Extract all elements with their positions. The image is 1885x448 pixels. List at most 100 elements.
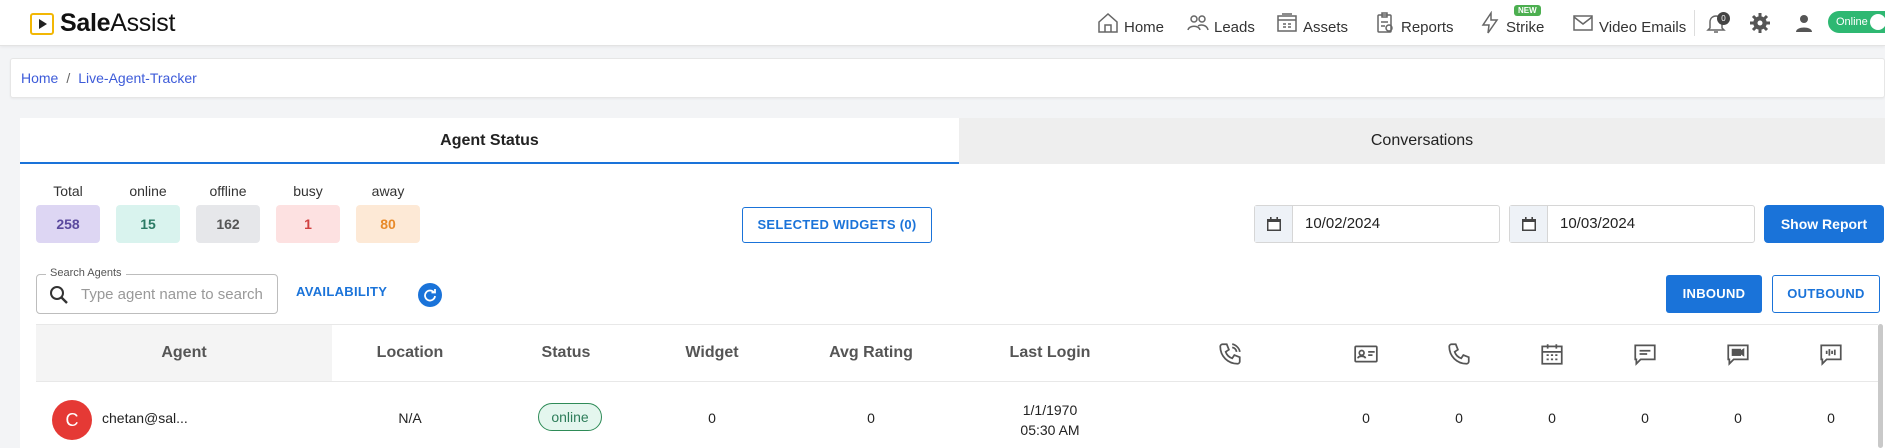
mail-icon bbox=[1573, 15, 1593, 31]
nav-video-emails-label: Video Emails bbox=[1599, 18, 1687, 36]
toggle-knob bbox=[1870, 14, 1885, 30]
cell-avg-rating: 0 bbox=[867, 410, 875, 426]
avatar: C bbox=[52, 400, 92, 440]
nav-divider bbox=[1694, 10, 1695, 36]
column-header-agent[interactable]: Agent bbox=[161, 325, 206, 381]
column-header-status[interactable]: Status bbox=[542, 325, 591, 381]
top-navbar: SaleAssist Home Leads Assets Reports Str… bbox=[0, 0, 1885, 46]
breadcrumb-home[interactable]: Home bbox=[21, 70, 58, 86]
refresh-icon bbox=[424, 289, 436, 302]
users-icon bbox=[1187, 15, 1209, 31]
inbound-button[interactable]: INBOUND bbox=[1666, 275, 1762, 313]
nav-strike-label: Strike bbox=[1506, 18, 1545, 36]
counter-label: offline bbox=[209, 183, 247, 199]
gear-icon bbox=[1750, 13, 1770, 33]
new-badge: NEW bbox=[1514, 5, 1541, 16]
cell-widget: 0 bbox=[708, 410, 716, 426]
cell-count: 0 bbox=[1548, 410, 1556, 426]
counter-value: 1 bbox=[276, 205, 340, 243]
nav-strike[interactable]: Strike NEW bbox=[1478, 0, 1544, 46]
column-header-last-login[interactable]: Last Login bbox=[1010, 325, 1091, 381]
availability-button[interactable]: AVAILABILITY bbox=[296, 284, 387, 299]
last-login-time: 05:30 AM bbox=[1020, 422, 1080, 438]
column-header-avg-rating[interactable]: Avg Rating bbox=[829, 325, 913, 381]
notifications-button[interactable]: 0 bbox=[1704, 0, 1732, 46]
counter-online[interactable]: online 15 bbox=[116, 183, 180, 243]
counter-busy[interactable]: busy 1 bbox=[276, 183, 340, 243]
counter-label: online bbox=[129, 183, 167, 199]
cell-count: 0 bbox=[1455, 410, 1463, 426]
play-logo-icon bbox=[30, 12, 54, 35]
video-chat-icon bbox=[1725, 341, 1751, 367]
breadcrumb-separator: / bbox=[66, 70, 71, 86]
column-header-widget[interactable]: Widget bbox=[685, 325, 738, 381]
last-login-date: 1/1/1970 bbox=[1022, 402, 1078, 418]
search-input[interactable] bbox=[81, 283, 271, 305]
counter-label: Total bbox=[53, 183, 83, 199]
nav-home-label: Home bbox=[1124, 18, 1165, 36]
counter-value: 162 bbox=[196, 205, 260, 243]
cell-location: N/A bbox=[398, 410, 422, 426]
phone-incoming-icon bbox=[1217, 341, 1243, 367]
table-header: Agent Location Status Widget Avg Rating … bbox=[36, 324, 1878, 382]
calendar-icon[interactable] bbox=[1255, 206, 1293, 242]
breadcrumb: Home / Live-Agent-Tracker bbox=[10, 58, 1885, 98]
nav-reports[interactable]: Reports bbox=[1373, 0, 1454, 46]
profile-button[interactable] bbox=[1792, 0, 1820, 46]
nav-video-emails[interactable]: Video Emails bbox=[1571, 0, 1686, 46]
counter-value: 15 bbox=[116, 205, 180, 243]
table-row[interactable]: C chetan@sal... N/A online 0 0 1/1/1970 … bbox=[36, 382, 1878, 448]
search-legend: Search Agents bbox=[46, 267, 126, 279]
cell-count: 0 bbox=[1734, 410, 1742, 426]
status-badge: online bbox=[538, 403, 602, 431]
phone-icon bbox=[1446, 341, 1472, 367]
reports-icon bbox=[1377, 12, 1393, 33]
brand-logo[interactable]: SaleAssist bbox=[30, 9, 175, 38]
refresh-button[interactable] bbox=[418, 283, 442, 307]
tab-agent-status[interactable]: Agent Status bbox=[20, 118, 959, 164]
selected-widgets-button[interactable]: SELECTED WIDGETS (0) bbox=[742, 207, 932, 243]
assets-icon bbox=[1277, 13, 1297, 32]
agent-email: chetan@sal... bbox=[102, 410, 188, 426]
online-status-label: Online bbox=[1836, 16, 1868, 28]
tab-conversations[interactable]: Conversations bbox=[959, 118, 1885, 164]
nav-home[interactable]: Home bbox=[1096, 0, 1164, 46]
counter-value: 80 bbox=[356, 205, 420, 243]
search-icon bbox=[50, 286, 68, 304]
online-status-toggle[interactable]: Online bbox=[1828, 11, 1885, 33]
counter-away[interactable]: away 80 bbox=[356, 183, 420, 243]
nav-reports-label: Reports bbox=[1401, 18, 1454, 36]
lightning-icon bbox=[1481, 11, 1499, 34]
table-scrollbar[interactable] bbox=[1878, 324, 1883, 448]
breadcrumb-current[interactable]: Live-Agent-Tracker bbox=[78, 70, 197, 86]
date-to-picker[interactable]: 10/03/2024 bbox=[1509, 205, 1755, 243]
calendar-icon bbox=[1539, 341, 1565, 367]
contact-card-icon bbox=[1353, 341, 1379, 367]
cell-count: 0 bbox=[1641, 410, 1649, 426]
counter-value: 258 bbox=[36, 205, 100, 243]
show-report-button[interactable]: Show Report bbox=[1764, 205, 1884, 243]
counter-total[interactable]: Total 258 bbox=[36, 183, 100, 243]
date-from-value: 10/02/2024 bbox=[1305, 215, 1381, 232]
nav-leads[interactable]: Leads bbox=[1186, 0, 1255, 46]
chat-icon bbox=[1632, 341, 1658, 367]
outbound-button[interactable]: OUTBOUND bbox=[1772, 275, 1880, 313]
date-from-picker[interactable]: 10/02/2024 bbox=[1254, 205, 1500, 243]
nav-assets[interactable]: Assets bbox=[1275, 0, 1348, 46]
counter-label: away bbox=[371, 183, 405, 199]
search-agents-field[interactable]: Search Agents bbox=[36, 267, 278, 314]
counter-offline[interactable]: offline 162 bbox=[196, 183, 260, 243]
cell-last-login: 1/1/1970 05:30 AM bbox=[1020, 400, 1079, 440]
nav-assets-label: Assets bbox=[1303, 18, 1349, 36]
home-icon bbox=[1098, 12, 1118, 33]
notification-count: 0 bbox=[1717, 12, 1730, 25]
counter-label: busy bbox=[293, 183, 323, 199]
settings-button[interactable] bbox=[1748, 0, 1776, 46]
user-icon bbox=[1796, 15, 1812, 32]
column-header-location[interactable]: Location bbox=[377, 325, 444, 381]
calendar-icon[interactable] bbox=[1510, 206, 1548, 242]
cell-count: 0 bbox=[1362, 410, 1370, 426]
date-to-value: 10/03/2024 bbox=[1560, 215, 1636, 232]
cell-count: 0 bbox=[1827, 410, 1835, 426]
nav-leads-label: Leads bbox=[1214, 18, 1255, 36]
